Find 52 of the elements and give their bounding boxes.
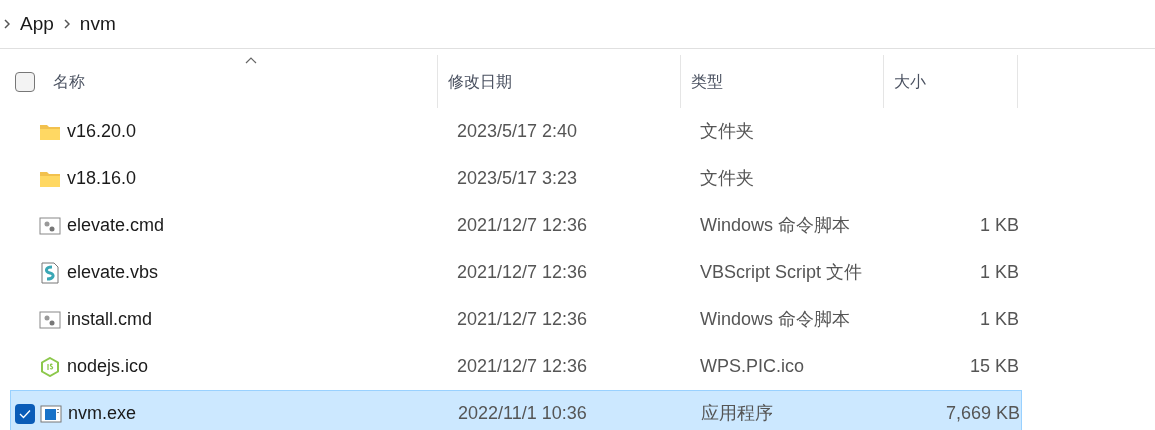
file-size: 7,669 KB (945, 403, 1020, 423)
file-size: 1 KB (979, 262, 1019, 282)
modified-date: 2021/12/7 12:36 (457, 262, 588, 282)
modified-date: 2022/11/1 10:36 (458, 403, 587, 423)
gear-file-icon (39, 216, 61, 235)
file-size: 1 KB (979, 309, 1019, 329)
file-type: Windows 命令脚本 (700, 309, 851, 329)
file-type: VBScript Script 文件 (700, 262, 863, 282)
modified-date: 2023/5/17 2:40 (457, 121, 578, 141)
column-header[interactable]: 修改日期 (448, 55, 680, 108)
folder-icon (39, 169, 61, 188)
check-icon (19, 408, 31, 419)
file-row[interactable]: elevate.cmd 2021/12/7 12:36 Windows 命令脚本 1 KB (10, 202, 1022, 249)
breadcrumb-item[interactable]: App (20, 9, 54, 39)
modified-date: 2021/12/7 12:36 (457, 309, 588, 329)
checkbox[interactable] (15, 403, 35, 424)
file-name: v18.16.0 (67, 167, 137, 190)
breadcrumb-item[interactable]: nvm (79, 9, 116, 39)
sort-ascending-icon (245, 57, 257, 64)
file-name: install.cmd (67, 308, 153, 331)
file-row[interactable]: elevate.vbs 2021/12/7 12:36 VBScript Script 文件 1 KB (10, 249, 1022, 296)
selected-file-row[interactable]: nvm.exe 2022/11/1 10:36 应用程序 7,669 KB (10, 390, 1022, 430)
modified-date: 2021/12/7 12:36 (457, 215, 588, 235)
hexagon-icon (41, 356, 59, 377)
column-header[interactable]: 名称 (53, 55, 437, 108)
file-name: elevate.cmd (67, 214, 165, 237)
file-name: nodejs.ico (67, 355, 149, 378)
gear-file-icon (39, 310, 61, 329)
folder-icon (39, 122, 61, 141)
application-icon (40, 404, 62, 423)
column-header[interactable]: 类型 (691, 55, 883, 108)
file-name: v16.20.0 (67, 120, 137, 143)
modified-date: 2023/5/17 3:23 (457, 168, 578, 188)
chevron-right-icon (4, 19, 10, 29)
file-size: 1 KB (979, 215, 1019, 235)
file-type: WPS.PIC.ico (700, 356, 805, 376)
modified-date: 2021/12/7 12:36 (457, 356, 588, 376)
checkbox[interactable] (15, 71, 35, 92)
column-header[interactable]: 大小 (894, 55, 1017, 108)
file-row[interactable]: v18.16.0 2023/5/17 3:23 文件夹 (10, 155, 1022, 202)
file-type: 文件夹 (700, 168, 754, 188)
file-size: 15 KB (969, 356, 1019, 376)
chevron-right-icon (63, 19, 70, 29)
file-type: 文件夹 (700, 121, 754, 141)
file-row[interactable]: nodejs.ico 2021/12/7 12:36 WPS.PIC.ico 15 KB (10, 343, 1022, 390)
file-row[interactable]: v16.20.0 2023/5/17 2:40 文件夹 (10, 108, 1022, 155)
file-name: elevate.vbs (67, 261, 159, 284)
script-file-icon (41, 261, 59, 284)
file-type: Windows 命令脚本 (700, 215, 851, 235)
file-row[interactable]: install.cmd 2021/12/7 12:36 Windows 命令脚本 1 KB (10, 296, 1022, 343)
file-type: 应用程序 (701, 403, 773, 423)
file-name: nvm.exe (68, 402, 137, 425)
